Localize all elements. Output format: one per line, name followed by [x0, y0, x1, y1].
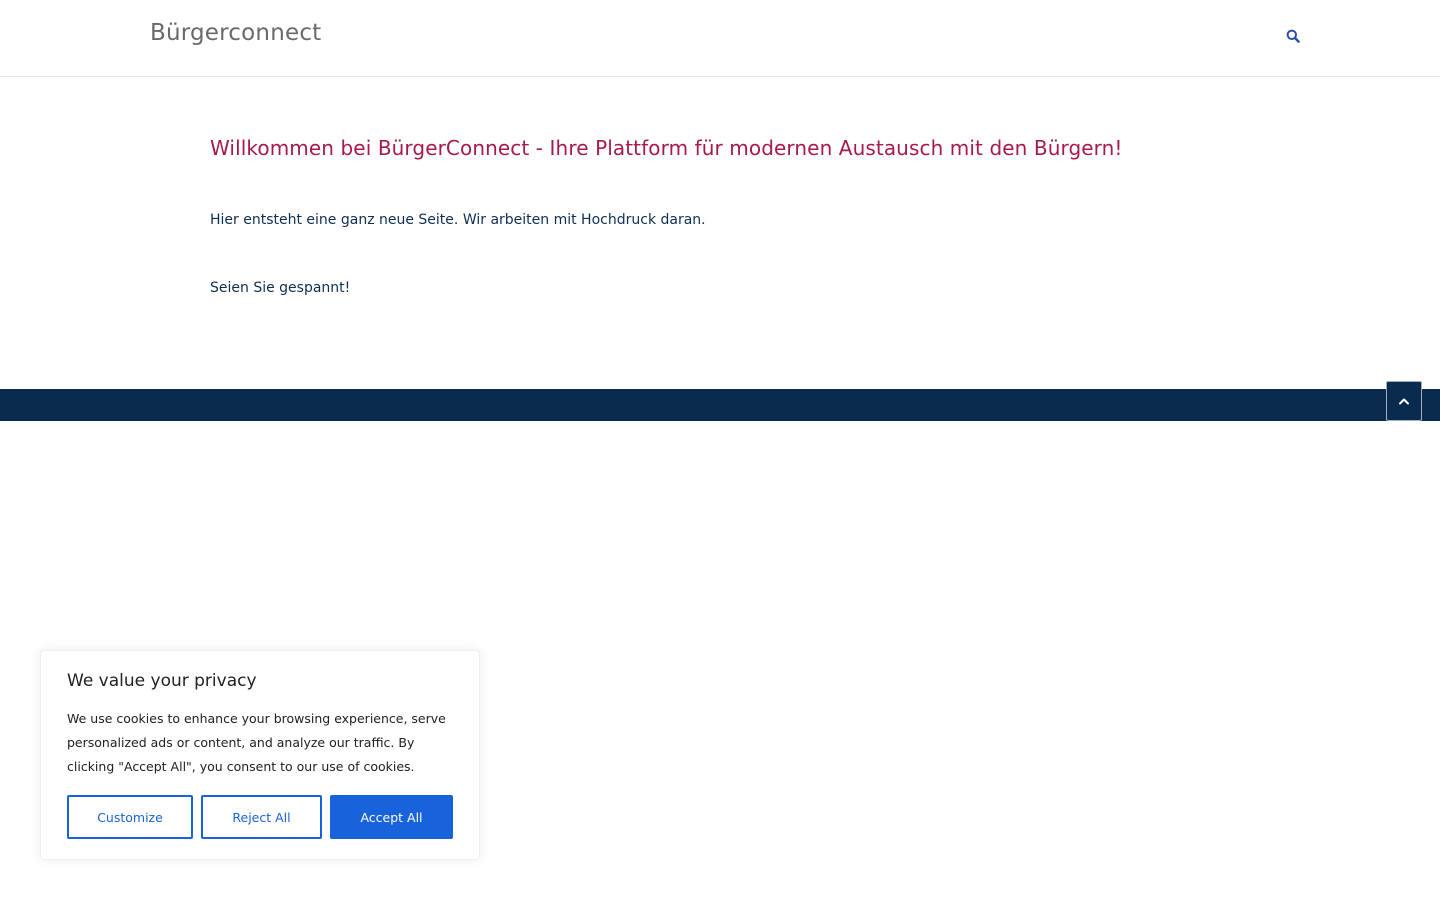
cookie-consent-banner: We value your privacy We use cookies to …	[40, 650, 480, 860]
back-to-top-button[interactable]	[1386, 381, 1422, 421]
search-icon	[1286, 29, 1300, 43]
cookie-title: We value your privacy	[67, 671, 257, 691]
accept-all-button[interactable]: Accept All	[330, 795, 453, 839]
chevron-up-icon	[1399, 398, 1409, 405]
teaser-paragraph: Seien Sie gespannt!	[210, 280, 351, 296]
site-header: Bürgerconnect	[0, 0, 1440, 77]
reject-all-button[interactable]: Reject All	[201, 795, 322, 839]
cookie-description: We use cookies to enhance your browsing …	[67, 711, 446, 774]
site-title-link[interactable]: Bürgerconnect	[150, 20, 321, 46]
search-button[interactable]	[1284, 27, 1302, 45]
page-heading: Willkommen bei BürgerConnect - Ihre Plat…	[210, 136, 1123, 160]
intro-paragraph: Hier entsteht eine ganz neue Seite. Wir …	[210, 212, 706, 228]
footer-bar	[0, 389, 1440, 421]
customize-button[interactable]: Customize	[67, 795, 193, 839]
